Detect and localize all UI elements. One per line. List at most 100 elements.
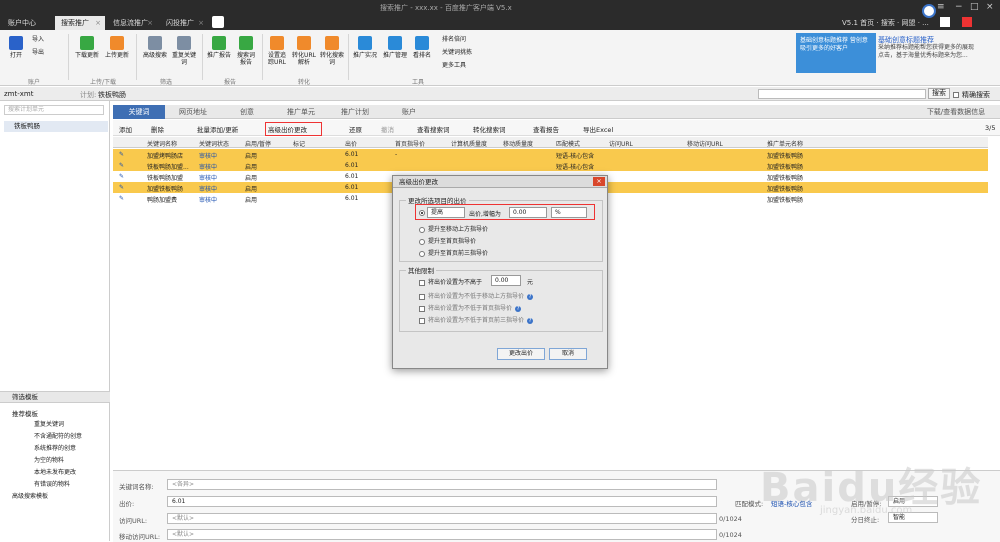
change-bid-button[interactable]: 更改出价 [497,348,545,360]
delete-button[interactable]: 删除 [151,124,164,134]
tab-search-promo[interactable]: 搜索推广 × [55,16,105,30]
unit-select[interactable]: % [551,207,587,218]
filter-item[interactable]: 不含通配符的创意 [34,431,82,440]
promo-manage-button[interactable]: 推广管理 [382,36,408,59]
help-icon[interactable]: ? [527,293,534,300]
view-rank-button[interactable]: 看排名 [412,36,432,59]
tab-feed-promo[interactable]: 信息流推广 × [107,16,157,30]
close-icon[interactable]: × [198,16,204,30]
current-plan[interactable]: 铁板鸭肠 [98,90,126,100]
promo-banner[interactable]: 基础创意标题推荐 营创意吸引更多的好客户 [796,33,876,73]
close-icon[interactable]: × [95,16,101,30]
cancel-button[interactable]: 取消 [549,348,587,360]
plan-search-input[interactable]: 搜索计划单元 [4,105,104,115]
help-icon[interactable]: ? [515,305,522,312]
promo-report-button[interactable]: 推广报告 [206,36,232,59]
column-header[interactable]: 标记 [293,139,305,148]
op-select[interactable]: 提高 [427,207,465,218]
limit-option[interactable]: 将出价设置为不低于移动上方指导价? [419,291,534,300]
filter-item[interactable]: 本地未发布更改 [34,467,76,476]
add-button[interactable]: 添加 [119,124,132,134]
keyword-pick-button[interactable]: 关键词挑拣 [442,49,486,56]
filter-item[interactable]: 系统推荐的创意 [34,443,76,452]
open-button[interactable]: 打开 [8,36,24,59]
column-header[interactable]: 匹配模式 [556,139,580,148]
close-window-icon[interactable]: × [986,2,994,12]
download-view-data[interactable]: 下载/查看数据信息 [913,105,999,119]
column-header[interactable]: 出价 [345,139,357,148]
conversion-url-button[interactable]: 转化URL解析 [292,36,316,66]
radio[interactable] [419,238,425,245]
close-icon[interactable]: × [593,177,605,186]
column-header[interactable]: 移动质量度 [503,139,533,148]
more-tools-button[interactable]: 更多工具 [442,62,486,69]
precise-search-checkbox[interactable]: 精确搜索 [953,90,990,100]
checkbox[interactable] [419,305,425,312]
column-header[interactable]: 首页指导价 [395,139,425,148]
download-update-button[interactable]: 下载更新 [74,36,100,59]
conversion-term-button[interactable]: 转化搜索词 [320,36,344,66]
promo-live-button[interactable]: 推广实况 [352,36,378,59]
tab-units[interactable]: 推广单元 [275,105,327,119]
advanced-search-button[interactable]: 高级搜索 [142,36,168,59]
radio[interactable] [419,226,425,233]
tab-urls[interactable]: 网页地址 [167,105,219,119]
close-icon[interactable]: × [147,16,153,30]
convert-terms-button[interactable]: 转化搜索词 [473,124,506,134]
message-icon[interactable] [940,17,950,27]
limit-option[interactable]: 将出价设置为不低于首页指导价? [419,303,522,312]
advanced-bid-button[interactable]: 高级出价更改 [265,122,322,136]
filter-template-header[interactable]: 筛选模板 [0,391,110,403]
column-header[interactable]: 关键词名称 [147,139,177,148]
menu-icon[interactable]: ≡ [937,2,945,12]
edit-icon[interactable]: ✎ [119,151,124,158]
filter-item[interactable]: 有错误的物料 [34,479,70,488]
bid-input[interactable]: 6.01 [167,496,717,507]
recommend-template-title[interactable]: 推荐模板 [12,408,38,418]
column-header[interactable]: 移动访问URL [687,139,723,148]
tree-item-root[interactable]: 铁板鸭肠 [4,121,108,132]
tab-plans[interactable]: 推广计划 [329,105,381,119]
edit-icon[interactable]: ✎ [119,195,124,202]
batch-add-button[interactable]: 批量添加/更新 [197,124,238,134]
account-selector[interactable]: zmt-xmt [4,90,33,98]
radio-option[interactable]: 提升至首页指导价 [419,236,476,245]
tab-creatives[interactable]: 创意 [221,105,273,119]
limit-input[interactable]: 0.00 [491,275,521,286]
tab-account-center[interactable]: 账户中心 [2,16,54,30]
url-input[interactable]: <默认> [167,513,717,524]
radio[interactable] [419,250,425,257]
set-tracking-url-button[interactable]: 设置追踪URL [266,36,288,66]
radio-option[interactable]: 提升至首页前三指导价 [419,248,488,257]
table-row[interactable]: ✎ 铁板鸭肠加盟... 审核中 启用 6.01 短语-核心包含 加盟铁板鸭肠 [113,160,988,171]
limit-max-checkbox[interactable]: 将出价设置为不高于 [419,277,482,286]
filter-item[interactable]: 重复关键词 [34,419,64,428]
rank-ask-button[interactable]: 排名倍问 [442,36,486,43]
minimize-icon[interactable]: − [955,2,963,12]
edit-icon[interactable]: ✎ [119,184,124,191]
edit-icon[interactable]: ✎ [119,173,124,180]
tab-flash-promo[interactable]: 闪投推广 × [160,16,208,30]
search-term-report-button[interactable]: 搜索词报告 [236,36,256,66]
column-header[interactable]: 启用/暂停 [245,139,271,148]
restore-button[interactable]: 还原 [349,124,362,134]
upload-update-button[interactable]: 上传更新 [104,36,130,59]
export-excel-button[interactable]: 导出Excel [583,124,613,134]
murl-input[interactable]: <默认> [167,529,717,540]
value-input[interactable]: 0.00 [509,207,547,218]
edit-icon[interactable]: ✎ [119,162,124,169]
import-button[interactable]: 导入 [32,36,58,43]
search-button[interactable]: 搜索 [928,88,950,99]
radio-option[interactable]: 提升至移动上方指导价 [419,224,488,233]
checkbox[interactable] [419,279,425,286]
column-header[interactable]: 计算机质量度 [451,139,487,148]
kw-input[interactable]: <各异> [167,479,717,490]
column-header[interactable]: 访问URL [609,139,633,148]
view-report-button[interactable]: 查看报告 [533,124,559,134]
checkbox[interactable] [419,293,425,300]
tab-keywords[interactable]: 关键词 [113,105,165,119]
help-icon[interactable]: ? [527,317,534,324]
tab-account[interactable]: 账户 [383,105,435,119]
right-info[interactable]: V5.1 首页 · 搜索 · 网盟 · ... [842,18,929,28]
user-avatar-icon[interactable] [922,4,936,18]
